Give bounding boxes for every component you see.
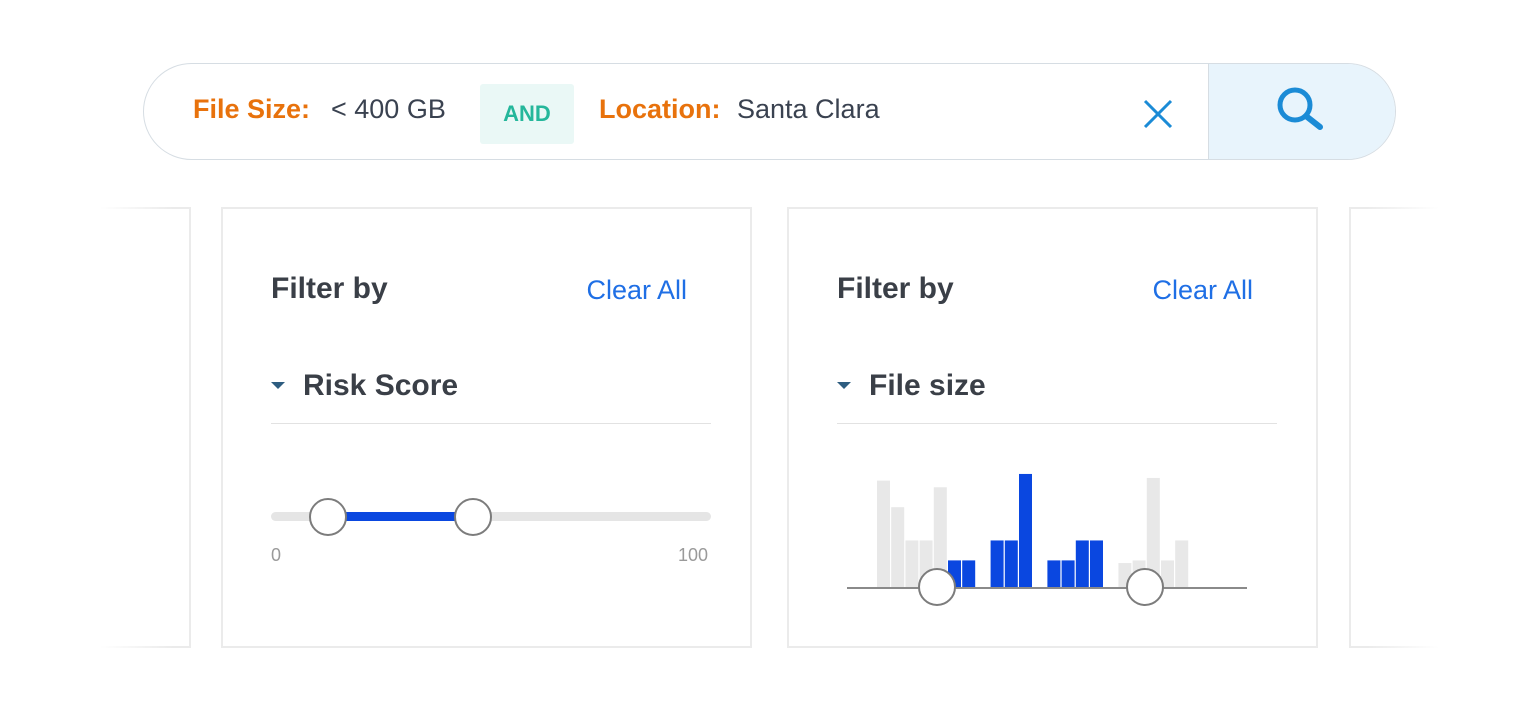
histogram-bar [1019,473,1032,587]
caret-down-icon [271,382,285,389]
section-label: Risk Score [303,369,459,402]
filesize-filter-key[interactable]: File Size: [193,94,310,125]
filter-heading: Filter by [837,272,954,305]
previous-filter-card[interactable] [100,207,191,648]
slider-min-handle[interactable] [309,498,348,536]
location-filter-value[interactable]: Santa Clara [737,94,880,125]
search-query-bar[interactable]: File Size: < 400 GB AND Location: Santa … [143,63,1396,160]
risk-score-section-toggle[interactable]: Risk Score [271,369,711,424]
filesize-filter-value[interactable]: < 400 GB [331,94,446,125]
slider-max-handle[interactable] [454,498,493,536]
histogram-bar [891,507,905,587]
clear-all-link[interactable]: Clear All [1152,275,1253,306]
filter-heading: Filter by [271,272,388,305]
close-icon[interactable] [1142,98,1174,130]
next-filter-card[interactable] [1349,207,1439,648]
location-filter-key[interactable]: Location: [599,94,721,125]
histogram-bar [1075,540,1089,587]
file-size-section-toggle[interactable]: File size [837,369,1277,424]
and-operator[interactable]: AND [480,84,574,144]
histogram-bar [1004,540,1018,587]
histogram-bar [1047,560,1061,587]
histogram-bar [1175,540,1189,587]
caret-down-icon [837,382,851,389]
slider-min-label: 0 [271,545,282,565]
histogram-bar [1061,560,1075,587]
histogram-max-handle[interactable] [1126,568,1164,606]
file-size-histogram [877,473,1189,587]
risk-score-range-slider[interactable] [271,498,711,536]
search-icon [1275,85,1329,138]
histogram-bar [905,540,919,587]
histogram-min-handle[interactable] [918,568,956,606]
histogram-bar [1090,540,1103,587]
histogram-bar [990,540,1004,587]
histogram-bar [877,480,890,587]
search-button[interactable] [1208,64,1395,159]
histogram-baseline [847,587,1247,589]
risk-score-filter-card: Filter by Clear All Risk Score 0 100 [221,207,752,648]
file-size-filter-card: Filter by Clear All File size [787,207,1318,648]
slider-max-label: 100 [677,545,708,565]
section-label: File size [869,369,986,402]
clear-all-link[interactable]: Clear All [586,275,687,306]
slider-selected-range [328,512,474,521]
histogram-bar [962,560,976,587]
